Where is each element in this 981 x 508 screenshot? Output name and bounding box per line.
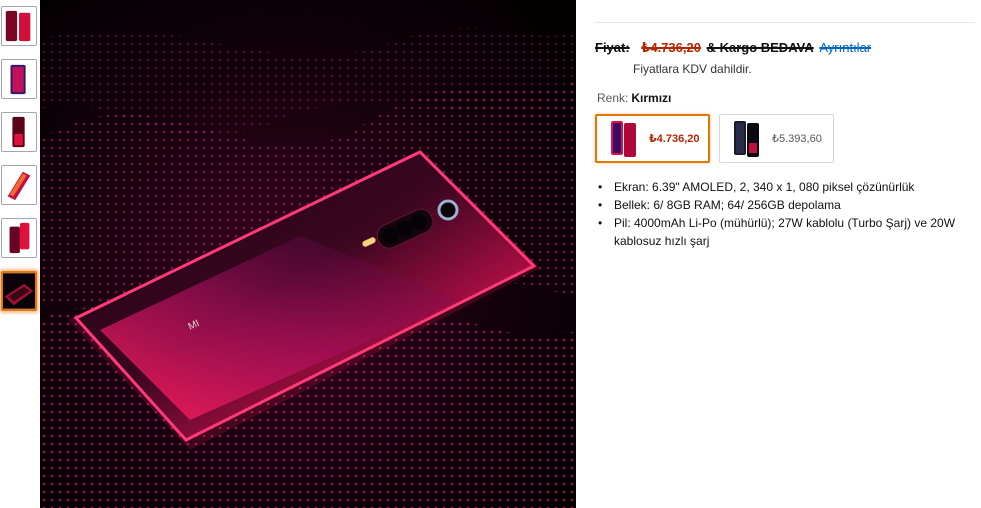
red-phone-swatch-image: [609, 119, 639, 159]
main-product-image[interactable]: MI: [40, 0, 576, 508]
divider: [595, 22, 975, 23]
phone-thumbnail-image: [2, 166, 36, 204]
color-value: Kırmızı: [631, 91, 672, 105]
phone-thumbnail-image: [3, 273, 35, 309]
color-option-black[interactable]: ₺5.393,60: [719, 114, 834, 163]
feature-list: Ekran: 6.39" AMOLED, 2, 340 x 1, 080 pik…: [598, 178, 974, 250]
swatch-price: ₺5.393,60: [772, 133, 822, 145]
details-link[interactable]: Ayrıntılar: [819, 40, 871, 55]
price-value: ₺4.736,20: [641, 40, 701, 55]
swatch-price: ₺4.736,20: [649, 133, 700, 145]
thumbnail-3[interactable]: [1, 112, 37, 152]
price-label: Fiyat:: [595, 40, 630, 55]
color-selector-label: Renk: Kırmızı: [597, 91, 671, 105]
phone-thumbnail-image: [2, 60, 36, 98]
thumbnail-4[interactable]: [1, 165, 37, 205]
phone-thumbnail-image: [2, 7, 36, 45]
feature-item: Pil: 4000mAh Li-Po (mühürlü); 27W kablol…: [598, 214, 974, 250]
feature-item: Ekran: 6.39" AMOLED, 2, 340 x 1, 080 pik…: [598, 178, 974, 196]
thumbnail-5[interactable]: [1, 218, 37, 258]
thumbnail-6[interactable]: [1, 271, 37, 311]
price-row: Fiyat: ₺4.736,20 & Kargo BEDAVA Ayrıntıl…: [595, 40, 871, 56]
color-option-red[interactable]: ₺4.736,20: [595, 114, 710, 163]
feature-item: Bellek: 6/ 8GB RAM; 64/ 256GB depolama: [598, 196, 974, 214]
phone-thumbnail-image: [2, 219, 36, 257]
thumbnail-2[interactable]: [1, 59, 37, 99]
black-phone-swatch-image: [732, 119, 762, 159]
thumbnail-1[interactable]: [1, 6, 37, 46]
phone-product-image: MI: [40, 0, 576, 508]
vat-note: Fiyatlara KDV dahildir.: [633, 62, 752, 76]
phone-thumbnail-image: [2, 113, 36, 151]
color-label: Renk:: [597, 91, 629, 105]
free-shipping-text: & Kargo BEDAVA: [706, 40, 814, 55]
